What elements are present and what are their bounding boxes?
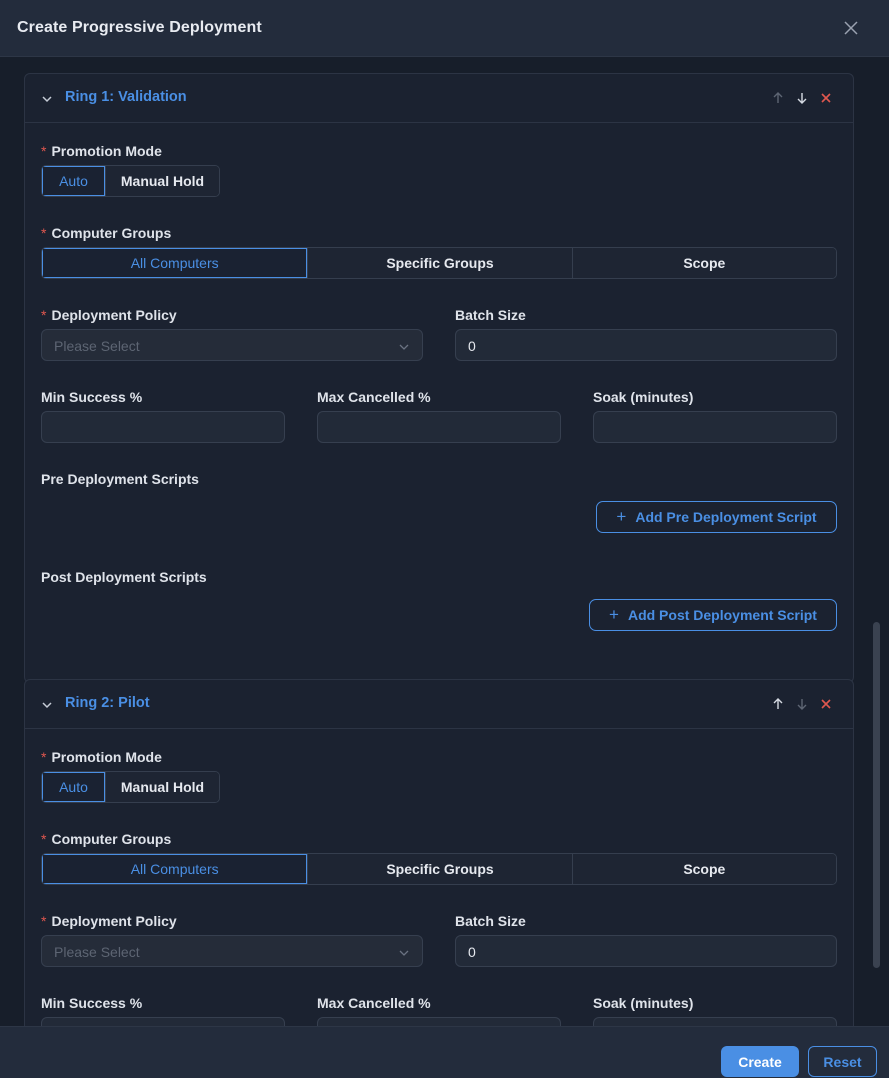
- chevron-down-icon: [398, 946, 410, 958]
- batch-size-value: 0: [468, 944, 476, 960]
- group-specific-groups-option[interactable]: Specific Groups: [307, 248, 572, 278]
- ring-title: Ring 2: Pilot: [65, 695, 150, 711]
- policy-placeholder: Please Select: [54, 338, 140, 354]
- arrow-up-icon[interactable]: [771, 697, 785, 711]
- min-success-label: Min Success %: [41, 995, 143, 1011]
- max-cancelled-input[interactable]: [317, 411, 561, 443]
- post-scripts-label: Post Deployment Scripts: [41, 569, 207, 585]
- deployment-policy-select[interactable]: Please Select: [41, 935, 423, 967]
- scrollbar-thumb[interactable]: [873, 622, 880, 968]
- max-cancelled-label: Max Cancelled %: [317, 995, 431, 1011]
- dialog-body[interactable]: Ring 1: Validation * Promotion Mode Auto …: [0, 57, 889, 1026]
- deployment-policy-select[interactable]: Please Select: [41, 329, 423, 361]
- batch-size-value: 0: [468, 338, 476, 354]
- ring-title: Ring 1: Validation: [65, 89, 187, 105]
- policy-placeholder: Please Select: [54, 944, 140, 960]
- mode-auto-option[interactable]: Auto: [42, 772, 105, 802]
- close-icon[interactable]: [841, 18, 861, 38]
- batch-size-label: Batch Size: [455, 307, 526, 323]
- soak-input[interactable]: [593, 1017, 837, 1026]
- batch-size-input[interactable]: 0: [455, 935, 837, 967]
- promotion-mode-label: * Promotion Mode: [41, 143, 162, 159]
- create-button[interactable]: Create: [721, 1046, 799, 1077]
- ring-header[interactable]: Ring 2: Pilot: [25, 680, 853, 729]
- plus-icon: +: [609, 605, 619, 624]
- arrow-up-icon[interactable]: [771, 91, 785, 105]
- add-post-script-button[interactable]: + Add Post Deployment Script: [589, 599, 837, 631]
- dialog-header: Create Progressive Deployment: [0, 0, 889, 57]
- min-success-input[interactable]: [41, 1017, 285, 1026]
- soak-input[interactable]: [593, 411, 837, 443]
- deployment-policy-label: * Deployment Policy: [41, 913, 177, 929]
- min-success-label: Min Success %: [41, 389, 143, 405]
- ring-header[interactable]: Ring 1: Validation: [25, 74, 853, 123]
- plus-icon: +: [616, 507, 627, 526]
- reset-button[interactable]: Reset: [808, 1046, 877, 1077]
- batch-size-input[interactable]: 0: [455, 329, 837, 361]
- mode-auto-option[interactable]: Auto: [42, 166, 105, 196]
- dialog-footer: Create Reset: [0, 1026, 889, 1078]
- max-cancelled-label: Max Cancelled %: [317, 389, 431, 405]
- group-specific-groups-option[interactable]: Specific Groups: [307, 854, 572, 884]
- remove-icon[interactable]: [819, 91, 833, 105]
- soak-label: Soak (minutes): [593, 389, 694, 405]
- batch-size-label: Batch Size: [455, 913, 526, 929]
- arrow-down-icon[interactable]: [795, 697, 809, 711]
- group-scope-option[interactable]: Scope: [571, 248, 836, 278]
- soak-label: Soak (minutes): [593, 995, 694, 1011]
- computer-groups-toggle[interactable]: All Computers Specific Groups Scope: [41, 853, 837, 885]
- dialog-title: Create Progressive Deployment: [17, 19, 262, 36]
- deployment-policy-label: * Deployment Policy: [41, 307, 177, 323]
- chevron-down-icon[interactable]: [41, 92, 53, 104]
- chevron-down-icon[interactable]: [41, 698, 53, 710]
- promotion-mode-toggle[interactable]: Auto Manual Hold: [41, 165, 220, 197]
- arrow-down-icon[interactable]: [795, 91, 809, 105]
- ring-card: Ring 2: Pilot * Promotion Mode Auto Manua…: [24, 679, 854, 1026]
- computer-groups-toggle[interactable]: All Computers Specific Groups Scope: [41, 247, 837, 279]
- group-all-computers-option[interactable]: All Computers: [42, 248, 308, 278]
- promotion-mode-toggle[interactable]: Auto Manual Hold: [41, 771, 220, 803]
- group-all-computers-option[interactable]: All Computers: [42, 854, 308, 884]
- group-scope-option[interactable]: Scope: [571, 854, 836, 884]
- add-pre-script-button[interactable]: + Add Pre Deployment Script: [596, 501, 837, 533]
- ring-card: Ring 1: Validation * Promotion Mode Auto …: [24, 73, 854, 683]
- remove-icon[interactable]: [819, 697, 833, 711]
- computer-groups-label: * Computer Groups: [41, 831, 172, 847]
- mode-manual-hold-option[interactable]: Manual Hold: [105, 166, 219, 196]
- chevron-down-icon: [398, 340, 410, 352]
- pre-scripts-label: Pre Deployment Scripts: [41, 471, 199, 487]
- promotion-mode-label: * Promotion Mode: [41, 749, 162, 765]
- max-cancelled-input[interactable]: [317, 1017, 561, 1026]
- mode-manual-hold-option[interactable]: Manual Hold: [105, 772, 219, 802]
- min-success-input[interactable]: [41, 411, 285, 443]
- computer-groups-label: * Computer Groups: [41, 225, 172, 241]
